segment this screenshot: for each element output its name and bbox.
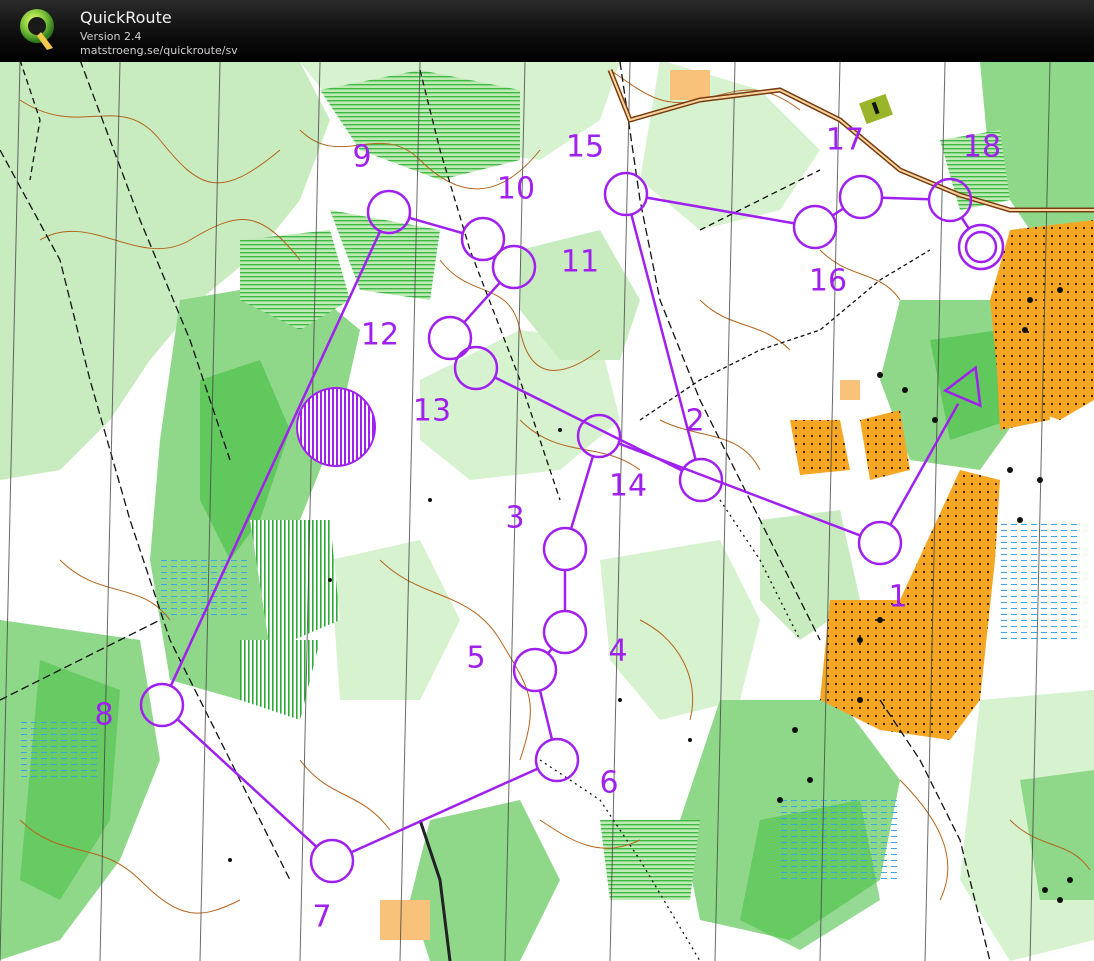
control-number: 11	[561, 245, 599, 280]
app-title: QuickRoute	[80, 8, 172, 27]
control-number: 3	[505, 501, 524, 536]
control-number: 18	[963, 130, 1001, 165]
app-url[interactable]: matstroeng.se/quickroute/sv	[80, 44, 238, 57]
control-number: 10	[497, 172, 535, 207]
forbidden-area	[296, 387, 376, 467]
control-number: 6	[599, 766, 618, 801]
open-land	[380, 900, 430, 940]
open-land	[840, 380, 860, 400]
course-leg	[881, 196, 930, 201]
app-version: Version 2.4	[80, 30, 142, 43]
marsh-area	[1000, 520, 1080, 640]
control-number: 12	[361, 318, 399, 353]
control-number: 14	[609, 469, 647, 504]
quickroute-logo-icon	[20, 9, 54, 50]
control-number: 15	[566, 130, 604, 165]
control-number: 4	[608, 634, 627, 669]
open-land	[790, 420, 850, 475]
orienteering-map[interactable]: 1234567891011121314151617 18	[0, 62, 1094, 961]
control-number: 7	[312, 900, 331, 935]
control-number: 8	[94, 698, 113, 733]
title-bar: QuickRoute Version 2.4 matstroeng.se/qui…	[0, 0, 1094, 62]
open-land	[670, 70, 710, 100]
control-number: 9	[352, 140, 371, 175]
control-number: 16	[809, 264, 847, 299]
control-number: 2	[685, 404, 704, 439]
control-number: 17	[826, 123, 864, 158]
control-number: 13	[413, 394, 451, 429]
control-number: 1	[888, 580, 907, 615]
marsh-area	[20, 720, 100, 780]
undergrowth-area	[600, 820, 700, 900]
control-number: 5	[466, 641, 485, 676]
marsh-area	[780, 800, 900, 880]
